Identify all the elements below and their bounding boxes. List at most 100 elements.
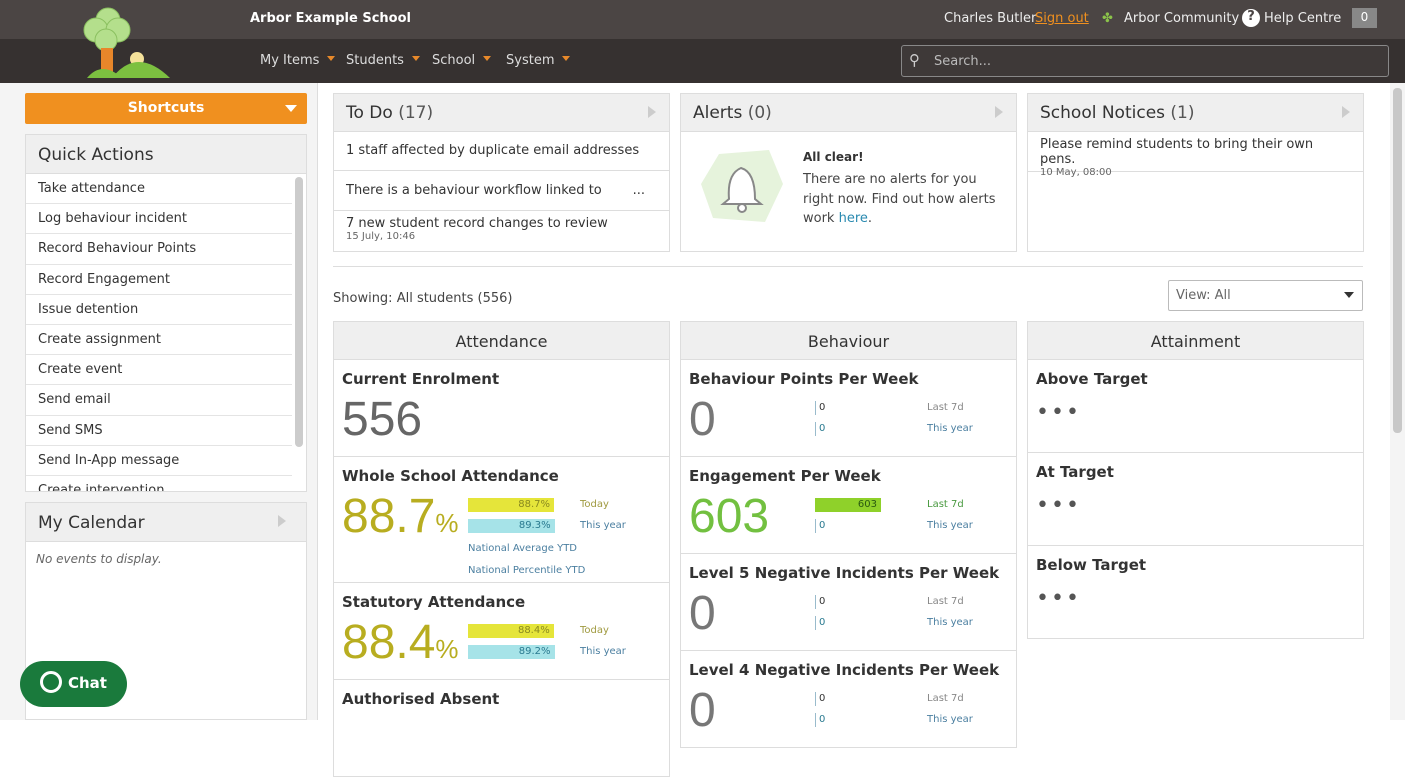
percent-sign: % [435, 508, 459, 538]
chat-button[interactable]: Chat [20, 661, 127, 707]
stat-label: Below Target [1036, 556, 1147, 574]
last-7d-tick: 0 [815, 692, 825, 706]
user-name: Charles Butler [944, 11, 1037, 26]
quick-actions-title: Quick Actions [26, 135, 306, 174]
nav-school[interactable]: School [432, 53, 491, 68]
today-bar: 88.7% [468, 498, 555, 512]
last-7d-label: Last 7d [927, 693, 964, 704]
stat-value: 0 [689, 684, 716, 737]
stat-whole-attendance[interactable]: Whole School Attendance 88.7% 88.7% Today… [333, 457, 670, 583]
notices-title: School Notices [1040, 103, 1166, 123]
percent-sign: % [435, 634, 459, 664]
stat-label: Behaviour Points Per Week [689, 370, 919, 388]
arrow-right-icon[interactable] [648, 106, 662, 118]
quick-action-item[interactable]: Send In-App message [26, 446, 292, 476]
alerts-count: (0) [747, 103, 772, 123]
arrow-right-icon[interactable] [1342, 106, 1356, 118]
today-label: Today [580, 499, 609, 510]
stat-behaviour[interactable]: Engagement Per Week 603 603 Last 7d 0 This ye… [680, 457, 1017, 554]
help-icon: ? [1242, 9, 1260, 27]
stat-label: Authorised Absent [342, 690, 500, 708]
todo-item[interactable]: There is a behaviour workflow linked to.… [334, 171, 669, 211]
todo-item[interactable]: 1 staff affected by duplicate email addr… [334, 132, 669, 171]
stat-behaviour[interactable]: Level 5 Negative Incidents Per Week 0 0 Las… [680, 554, 1017, 651]
year-label: This year [580, 520, 626, 531]
stat-statutory-attendance[interactable]: Statutory Attendance 88.4% 88.4% Today 89… [333, 583, 670, 680]
stat-behaviour[interactable]: Behaviour Points Per Week 0 0 Last 7d 0 This … [680, 360, 1017, 457]
notice-item[interactable]: Please remind students to bring their ow… [1028, 132, 1363, 178]
year-bar: 89.2% [468, 645, 555, 659]
year-bar: 89.3% [468, 519, 555, 533]
stat-value: 88.7 [342, 490, 436, 543]
nav-my-items[interactable]: My Items [260, 53, 335, 68]
todo-text: 1 staff affected by duplicate email addr… [346, 143, 640, 158]
nav-system[interactable]: System [506, 53, 570, 68]
quick-action-item[interactable]: Send email [26, 385, 292, 416]
nav-students[interactable]: Students [346, 53, 420, 68]
todo-panel: To Do (17) 1 staff affected by duplicate… [333, 93, 670, 252]
loading-dots: ••• [1036, 493, 1081, 518]
showing-text: Showing: All students (556) [333, 291, 513, 306]
chevron-down-icon [285, 105, 297, 118]
stat-label: Current Enrolment [342, 370, 500, 388]
notification-badge[interactable]: 0 [1352, 8, 1377, 28]
stat-value: 603 [689, 490, 770, 543]
this-year-tick: 0 [815, 713, 825, 727]
last-7d-label: Last 7d [927, 499, 964, 510]
quick-action-item[interactable]: Record Behaviour Points [26, 234, 292, 265]
school-name: Arbor Example School [250, 11, 411, 26]
calendar-title: My Calendar [26, 503, 306, 542]
last-7d-tick: 0 [815, 401, 825, 415]
shortcuts-dropdown[interactable]: Shortcuts [25, 93, 307, 124]
todo-title: To Do [346, 103, 393, 123]
attainment-column: Attainment Above Target ••• At Target ••• Be… [1027, 321, 1364, 639]
this-year-label: This year [927, 423, 973, 434]
national-average-label: National Average YTD [468, 543, 578, 554]
quick-action-item[interactable]: Send SMS [26, 416, 292, 446]
view-label: View: All [1176, 288, 1231, 303]
arrow-right-icon[interactable] [995, 106, 1009, 118]
view-select[interactable]: View: All [1168, 280, 1363, 311]
alerts-panel: Alerts (0) All clear! There are no alert… [680, 93, 1017, 252]
stat-enrolment[interactable]: Current Enrolment 556 [333, 360, 670, 457]
quick-action-item[interactable]: Create intervention [26, 476, 292, 491]
loading-dots: ••• [1036, 400, 1081, 425]
behaviour-header: Behaviour [680, 321, 1017, 360]
shortcuts-label: Shortcuts [127, 100, 205, 116]
year-label: This year [580, 646, 626, 657]
this-year-label: This year [927, 617, 973, 628]
quick-action-item[interactable]: Log behaviour incident [26, 204, 292, 235]
last-7d-bar: 603 [815, 498, 881, 512]
stat-attainment[interactable]: Below Target ••• [1027, 546, 1364, 639]
alerts-text: There are no alerts for you right now. F… [803, 172, 996, 226]
this-year-tick: 0 [815, 422, 825, 436]
last-7d-tick: 0 [815, 595, 825, 609]
search-icon: ⚲ [909, 51, 920, 69]
stat-label: Whole School Attendance [342, 467, 559, 485]
notice-text: Please remind students to bring their ow… [1040, 137, 1314, 167]
alerts-here-link[interactable]: here [839, 211, 868, 226]
quick-action-item[interactable]: Create event [26, 355, 292, 386]
stat-label: At Target [1036, 463, 1114, 481]
quick-action-item[interactable]: Take attendance [26, 174, 292, 205]
todo-item[interactable]: 7 new student record changes to review 15… [334, 211, 669, 250]
arrow-right-icon[interactable] [278, 515, 292, 527]
period: . [867, 211, 873, 226]
today-label: Today [580, 625, 609, 636]
stat-attainment[interactable]: At Target ••• [1027, 453, 1364, 546]
arbor-logo[interactable] [82, 4, 172, 80]
sign-out-link[interactable]: Sign out [1035, 11, 1089, 26]
chat-label: Chat [68, 674, 107, 692]
stat-attainment[interactable]: Above Target ••• [1027, 360, 1364, 453]
quick-actions-panel: Quick Actions Take attendance Log behavio… [25, 134, 307, 492]
quick-action-item[interactable]: Record Engagement [26, 265, 292, 295]
search-input[interactable]: Search... [901, 45, 1389, 77]
arbor-community-link[interactable]: Arbor Community [1124, 11, 1239, 26]
scrollbar[interactable] [295, 177, 303, 447]
quick-action-item[interactable]: Issue detention [26, 295, 292, 325]
scrollbar-thumb[interactable] [1393, 88, 1402, 433]
quick-action-item[interactable]: Create assignment [26, 325, 292, 356]
help-centre-link[interactable]: Help Centre [1264, 11, 1341, 26]
stat-authorised-absent[interactable]: Authorised Absent [333, 680, 670, 777]
stat-behaviour[interactable]: Level 4 Negative Incidents Per Week 0 0 Las… [680, 651, 1017, 748]
